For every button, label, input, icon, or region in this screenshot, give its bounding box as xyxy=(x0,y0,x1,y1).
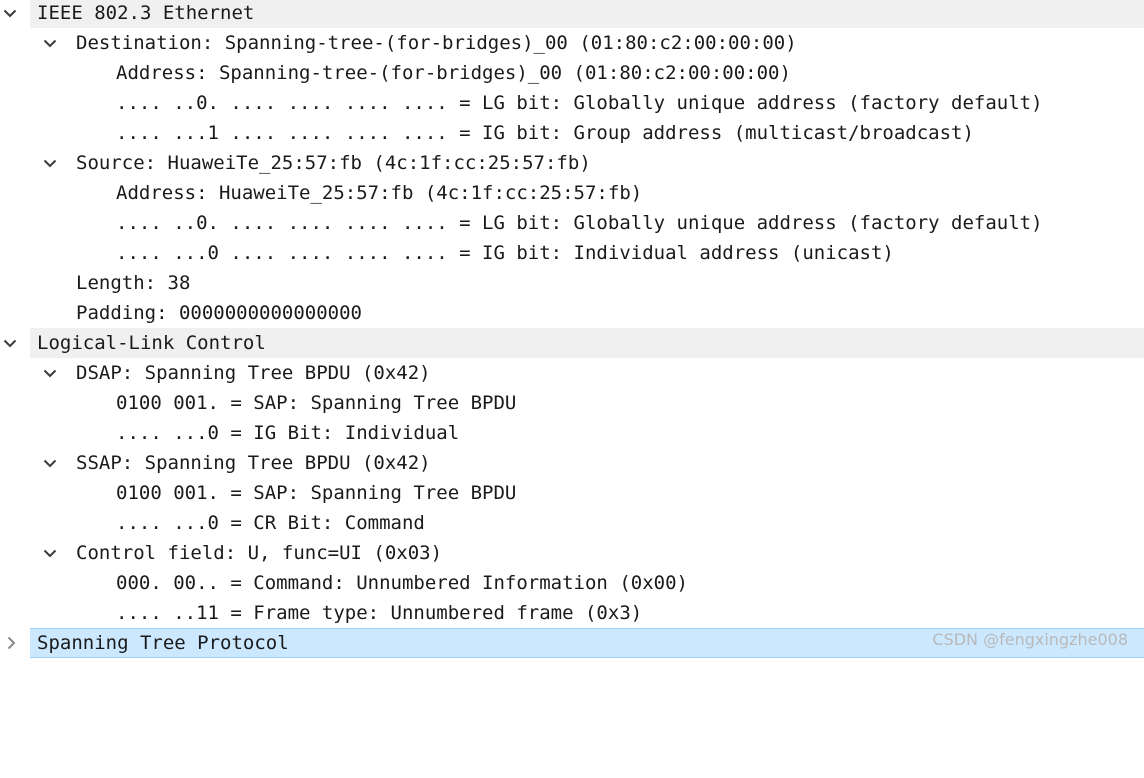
tree-item-dsap-sap[interactable]: 0100 001. = SAP: Spanning Tree BPDU xyxy=(0,388,1144,418)
tree-item-source-address[interactable]: Address: HuaweiTe_25:57:fb (4c:1f:cc:25:… xyxy=(0,178,1144,208)
tree-item-destination-ig-bit[interactable]: .... ...1 .... .... .... .... = IG bit: … xyxy=(0,118,1144,148)
tree-item-label: 0100 001. = SAP: Spanning Tree BPDU xyxy=(116,482,517,504)
tree-item-label: .... ..11 = Frame type: Unnumbered frame… xyxy=(116,602,643,624)
tree-item-ssap[interactable]: SSAP: Spanning Tree BPDU (0x42) xyxy=(0,448,1144,478)
tree-item-label: .... ..0. .... .... .... .... = LG bit: … xyxy=(116,92,1043,114)
tree-item-label: Destination: Spanning-tree-(for-bridges)… xyxy=(76,32,797,54)
tree-item-label: Spanning Tree Protocol xyxy=(37,632,289,654)
tree-item-control-frame-type[interactable]: .... ..11 = Frame type: Unnumbered frame… xyxy=(0,598,1144,628)
tree-item-ssap-cr-bit[interactable]: .... ...0 = CR Bit: Command xyxy=(0,508,1144,538)
tree-item-label: Logical-Link Control xyxy=(37,332,266,354)
tree-item-label: Padding: 0000000000000000 xyxy=(76,302,362,324)
tree-item-destination-lg-bit[interactable]: .... ..0. .... .... .... .... = LG bit: … xyxy=(0,88,1144,118)
tree-item-label: SSAP: Spanning Tree BPDU (0x42) xyxy=(76,452,431,474)
tree-item-label: Address: HuaweiTe_25:57:fb (4c:1f:cc:25:… xyxy=(116,182,643,204)
tree-item-llc[interactable]: Logical-Link Control xyxy=(0,328,1144,358)
watermark: CSDN @fengxingzhe008 xyxy=(932,630,1128,649)
chevron-down-icon[interactable] xyxy=(41,448,59,478)
chevron-down-icon[interactable] xyxy=(1,0,19,28)
tree-item-label: 000. 00.. = Command: Unnumbered Informat… xyxy=(116,572,688,594)
tree-item-control-command[interactable]: 000. 00.. = Command: Unnumbered Informat… xyxy=(0,568,1144,598)
tree-item-label: Control field: U, func=UI (0x03) xyxy=(76,542,443,564)
tree-item-source-lg-bit[interactable]: .... ..0. .... .... .... .... = LG bit: … xyxy=(0,208,1144,238)
tree-item-label: Source: HuaweiTe_25:57:fb (4c:1f:cc:25:5… xyxy=(76,152,591,174)
tree-item-source[interactable]: Source: HuaweiTe_25:57:fb (4c:1f:cc:25:5… xyxy=(0,148,1144,178)
tree-item-ssap-sap[interactable]: 0100 001. = SAP: Spanning Tree BPDU xyxy=(0,478,1144,508)
chevron-down-icon[interactable] xyxy=(1,328,19,358)
tree-item-ethernet[interactable]: IEEE 802.3 Ethernet xyxy=(0,0,1144,28)
tree-item-label: .... ...0 = CR Bit: Command xyxy=(116,512,425,534)
tree-item-label: .... ...1 .... .... .... .... = IG bit: … xyxy=(116,122,974,144)
tree-item-destination-address[interactable]: Address: Spanning-tree-(for-bridges)_00 … xyxy=(0,58,1144,88)
tree-item-dsap-ig-bit[interactable]: .... ...0 = IG Bit: Individual xyxy=(0,418,1144,448)
chevron-down-icon[interactable] xyxy=(41,538,59,568)
tree-item-destination[interactable]: Destination: Spanning-tree-(for-bridges)… xyxy=(0,28,1144,58)
tree-item-label: DSAP: Spanning Tree BPDU (0x42) xyxy=(76,362,431,384)
tree-item-label: 0100 001. = SAP: Spanning Tree BPDU xyxy=(116,392,517,414)
tree-item-length[interactable]: Length: 38 xyxy=(0,268,1144,298)
chevron-down-icon[interactable] xyxy=(41,358,59,388)
tree-item-dsap[interactable]: DSAP: Spanning Tree BPDU (0x42) xyxy=(0,358,1144,388)
tree-item-padding[interactable]: Padding: 0000000000000000 xyxy=(0,298,1144,328)
tree-item-label: .... ...0 = IG Bit: Individual xyxy=(116,422,460,444)
chevron-down-icon[interactable] xyxy=(41,148,59,178)
tree-item-label: IEEE 802.3 Ethernet xyxy=(37,2,255,24)
tree-item-label: Address: Spanning-tree-(for-bridges)_00 … xyxy=(116,62,791,84)
tree-item-source-ig-bit[interactable]: .... ...0 .... .... .... .... = IG bit: … xyxy=(0,238,1144,268)
tree-item-label: Length: 38 xyxy=(76,272,191,294)
tree-item-label: .... ..0. .... .... .... .... = LG bit: … xyxy=(116,212,1043,234)
tree-item-control-field[interactable]: Control field: U, func=UI (0x03) xyxy=(0,538,1144,568)
chevron-right-icon[interactable] xyxy=(2,628,20,658)
tree-item-label: .... ...0 .... .... .... .... = IG bit: … xyxy=(116,242,894,264)
chevron-down-icon[interactable] xyxy=(41,28,59,58)
